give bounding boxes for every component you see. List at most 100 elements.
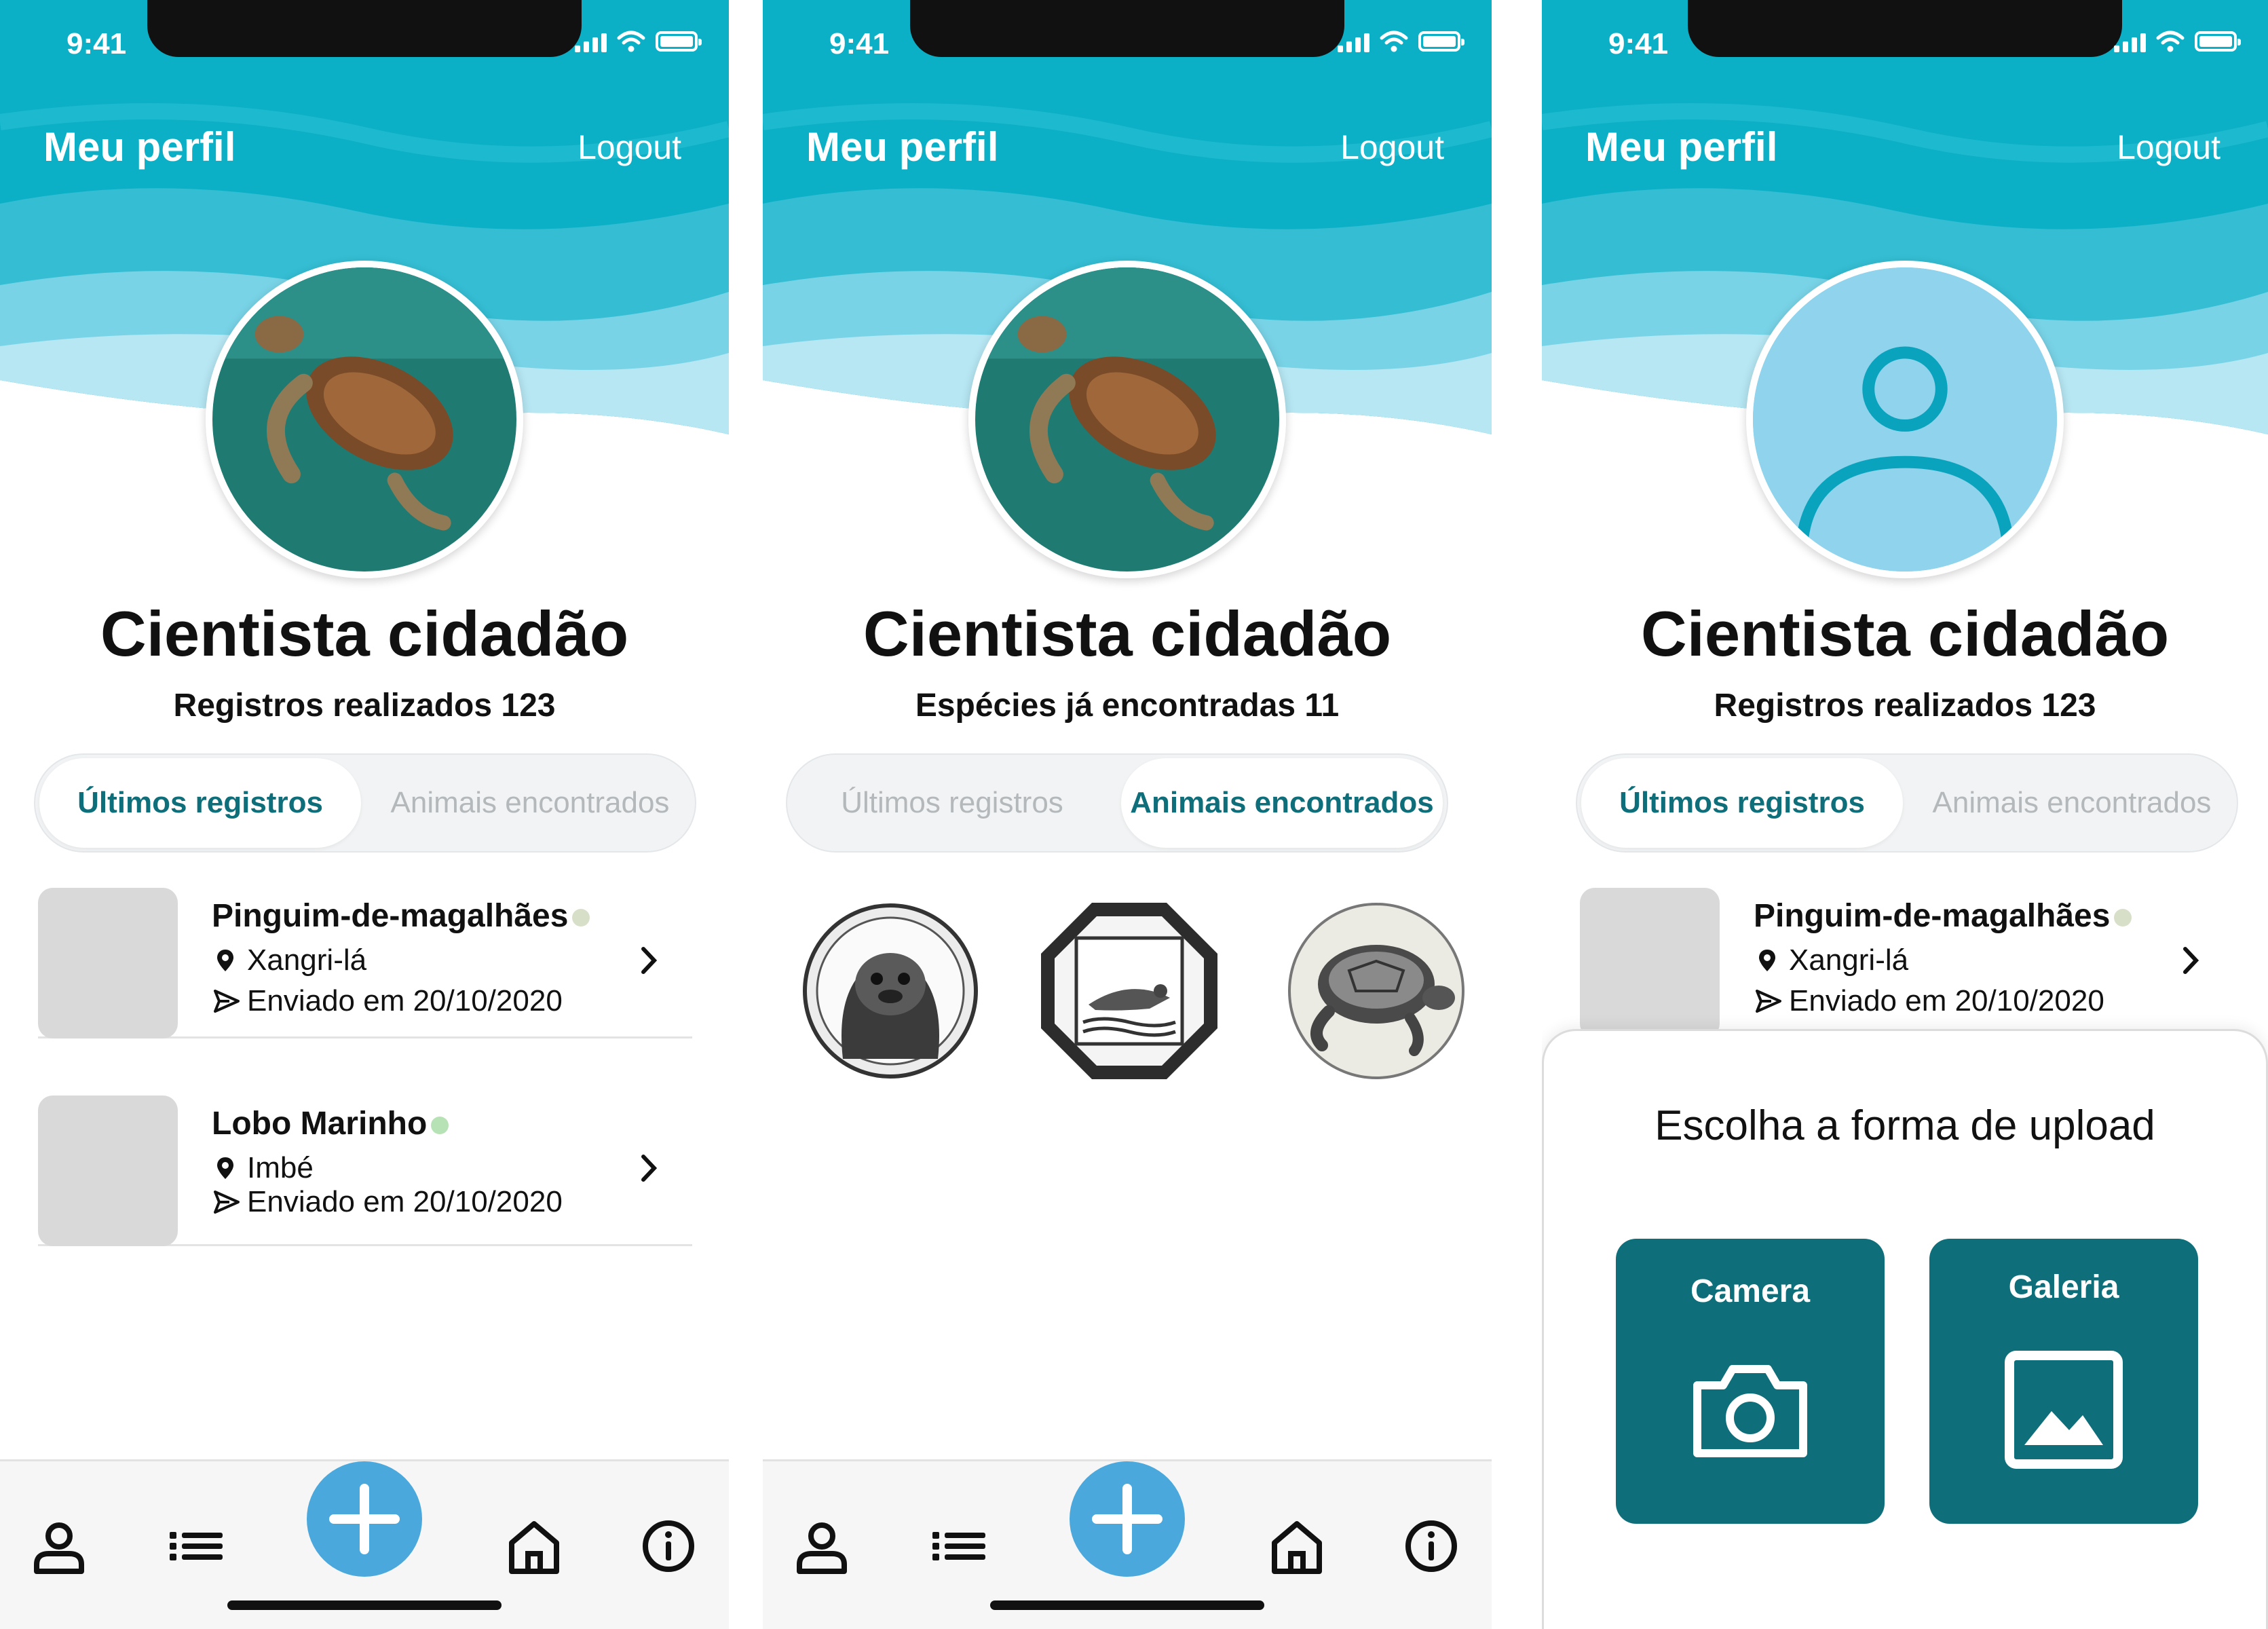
location-pin-icon (217, 950, 233, 971)
logout-button[interactable]: Logout (578, 128, 681, 167)
logout-button[interactable]: Logout (1340, 128, 1444, 167)
camera-icon (1693, 1365, 1807, 1457)
battery-icon (656, 31, 702, 52)
avatar-placeholder[interactable] (1746, 261, 2064, 578)
record-location: Imbé (216, 1151, 314, 1185)
wifi-icon (1380, 31, 1408, 52)
tab-animals-found[interactable]: Animais encontrados (1911, 758, 2233, 848)
record-name: Pinguim-de-magalhães (1754, 897, 2132, 935)
avatar[interactable] (206, 261, 523, 578)
record-thumbnail (38, 888, 178, 1038)
screen-profile-upload: 9:41 Meu perfil Logout Cientista cidadão… (1542, 0, 2268, 1629)
chevron-right-icon (2183, 947, 2199, 974)
tab-bar: Últimos registros Animais encontrados (1576, 753, 2238, 853)
notch (147, 0, 582, 57)
list-item[interactable]: Lobo Marinho Imbé Enviado em 20/10/2020 (38, 1096, 692, 1246)
record-name: Lobo Marinho (212, 1105, 449, 1142)
status-dot (2114, 909, 2132, 927)
record-location: Xangri-lá (216, 943, 366, 977)
user-name: Cientista cidadão (1640, 598, 2170, 669)
info-icon[interactable] (1401, 1516, 1462, 1577)
record-sent-date: Enviado em 20/10/2020 (213, 984, 563, 1018)
tab-bar: Últimos registros Animais encontrados (786, 753, 1448, 853)
wifi-icon (2156, 31, 2185, 52)
tab-bar: Últimos registros Animais encontrados (34, 753, 696, 853)
record-location: Xangri-lá (1758, 943, 1908, 977)
tab-latest-records[interactable]: Últimos registros (791, 758, 1113, 848)
list-icon[interactable] (166, 1516, 227, 1577)
add-icon (1092, 1484, 1163, 1554)
wifi-icon (617, 31, 645, 52)
turtle-badge-icon[interactable] (1281, 896, 1471, 1086)
home-icon[interactable] (1266, 1516, 1327, 1577)
chevron-right-icon (641, 947, 658, 974)
turtle-photo (212, 267, 516, 572)
seagull-badge-icon[interactable] (1034, 896, 1224, 1086)
camera-label: Camera (1690, 1273, 1811, 1309)
image-gallery-icon (2005, 1351, 2123, 1469)
send-icon (1756, 990, 1781, 1013)
chevron-right-icon (641, 1155, 658, 1182)
record-thumbnail (38, 1096, 178, 1246)
add-button[interactable] (307, 1461, 422, 1577)
list-icon[interactable] (928, 1516, 989, 1577)
page-title: Meu perfil (1585, 124, 1778, 170)
profile-icon[interactable] (29, 1516, 90, 1577)
status-dot (572, 909, 590, 927)
records-count: Registros realizados 123 (1714, 688, 2096, 724)
record-name: Pinguim-de-magalhães (212, 897, 590, 935)
signal-icon (575, 31, 607, 52)
send-icon (214, 990, 240, 1013)
battery-icon (2195, 31, 2241, 52)
upload-sheet-title: Escolha a forma de upload (1655, 1102, 2155, 1149)
turtle-photo (975, 267, 1279, 572)
location-pin-icon (1759, 950, 1775, 971)
upload-bottom-sheet: Escolha a forma de upload Camera Galeria (1542, 1029, 2268, 1629)
signal-icon (2114, 31, 2146, 52)
info-icon[interactable] (638, 1516, 699, 1577)
battery-icon (1418, 31, 1464, 52)
signal-icon (1338, 31, 1369, 52)
status-time: 9:41 (1608, 27, 1669, 60)
avatar[interactable] (968, 261, 1286, 578)
home-indicator (990, 1600, 1264, 1610)
tab-animals-found[interactable]: Animais encontrados (369, 758, 691, 848)
tab-latest-records[interactable]: Últimos registros (39, 758, 361, 848)
status-icons (2114, 30, 2241, 53)
home-icon[interactable] (504, 1516, 565, 1577)
screen-profile-records: 9:41 Meu perfil Logout Cientista cidadão… (0, 0, 729, 1629)
list-item[interactable]: Pinguim-de-magalhães Xangri-lá Enviado e… (1580, 888, 2234, 1038)
record-sent-date: Enviado em 20/10/2020 (1755, 984, 2104, 1018)
notch (1688, 0, 2122, 57)
user-name: Cientista cidadão (863, 598, 1392, 669)
page-title: Meu perfil (806, 124, 999, 170)
screen-profile-animals: 9:41 Meu perfil Logout Cientista cidadão… (763, 0, 1492, 1629)
species-count: Espécies já encontradas 11 (915, 688, 1340, 724)
status-time: 9:41 (829, 27, 890, 60)
gallery-label: Galeria (2008, 1269, 2119, 1305)
send-icon (214, 1191, 240, 1214)
logout-button[interactable]: Logout (2117, 128, 2220, 167)
profile-icon[interactable] (791, 1516, 852, 1577)
record-sent-date: Enviado em 20/10/2020 (213, 1185, 563, 1219)
bottom-nav (763, 1459, 1492, 1629)
record-thumbnail (1580, 888, 1720, 1038)
home-indicator (227, 1600, 502, 1610)
user-placeholder-icon (1753, 267, 2057, 572)
status-icons (575, 30, 702, 53)
user-name: Cientista cidadão (100, 598, 629, 669)
status-time: 9:41 (67, 27, 127, 60)
status-dot (431, 1117, 449, 1135)
page-title: Meu perfil (43, 124, 236, 170)
location-pin-icon (217, 1157, 233, 1179)
camera-button[interactable]: Camera (1616, 1239, 1885, 1524)
add-icon (329, 1484, 400, 1554)
tab-latest-records[interactable]: Últimos registros (1581, 758, 1903, 848)
add-button[interactable] (1070, 1461, 1185, 1577)
list-item[interactable]: Pinguim-de-magalhães Xangri-lá Enviado e… (38, 888, 692, 1038)
gallery-button[interactable]: Galeria (1929, 1239, 2198, 1524)
tab-animals-found[interactable]: Animais encontrados (1121, 758, 1443, 848)
seal-badge-icon[interactable] (795, 896, 985, 1086)
bottom-nav (0, 1459, 729, 1629)
records-count: Registros realizados 123 (173, 688, 556, 724)
